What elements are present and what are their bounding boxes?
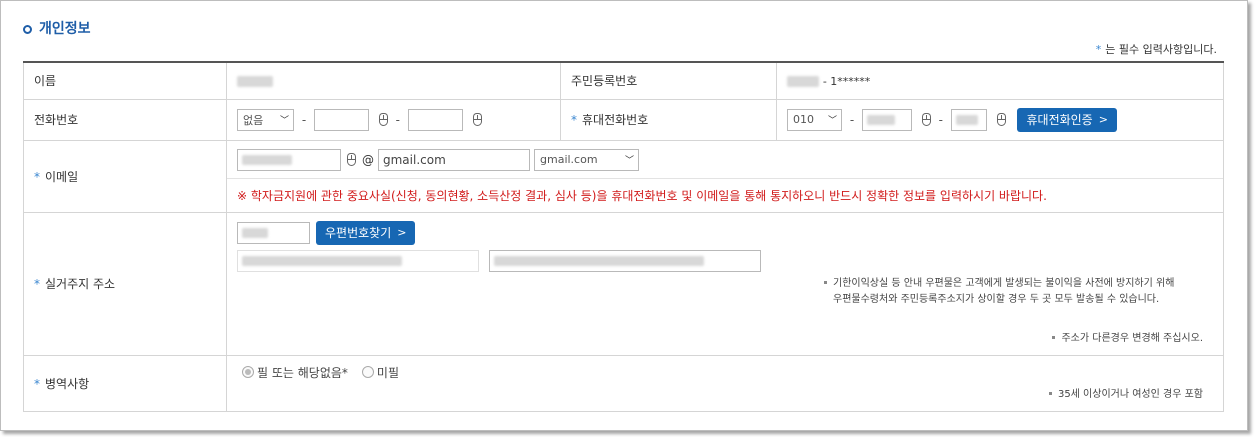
mouse-icon	[347, 153, 356, 166]
name-label-cell: 이름	[23, 61, 227, 100]
phone-middle-input[interactable]	[314, 108, 369, 131]
address-base-input[interactable]	[237, 249, 479, 272]
zip-code-input[interactable]	[237, 221, 310, 244]
email-domain-select[interactable]: gmail.com ﹀	[534, 148, 639, 171]
zip-search-label: 우편번호찾기	[325, 226, 392, 240]
mouse-icon	[996, 113, 1006, 126]
phone-last-input[interactable]	[407, 108, 463, 131]
mobile-verify-button[interactable]: 휴대전화인증 >	[1017, 107, 1117, 132]
name-value-cell	[226, 61, 561, 100]
rrn-label: 주민등록번호	[571, 74, 638, 89]
phone-value-cell: 없음 ﹀ - -	[226, 98, 561, 141]
email-id-input[interactable]	[237, 148, 341, 171]
name-label: 이름	[34, 74, 57, 89]
phone-label: 전화번호	[34, 113, 79, 127]
circle-bullet-icon	[23, 24, 32, 34]
form-frame: 개인정보 *는 필수 입력사항입니다. 이름 주민등록번호 - 1******	[0, 0, 1248, 431]
email-label-cell: * 이메일	[23, 139, 227, 213]
row-phone: 전화번호 없음 ﹀ - - * 휴대전화번호 010 ﹀ - - 휴대전화인증 …	[23, 98, 1224, 141]
phone-area-select[interactable]: 없음 ﹀	[237, 108, 294, 131]
military-option-not-done[interactable]: 미필	[377, 364, 399, 381]
address-label: 실거주지 주소	[45, 277, 116, 291]
address-line	[237, 249, 761, 272]
row-military: * 병역사항 필 또는 해당없음* 미필 35세 이상이거나 여성인 경우 포함	[23, 354, 1224, 412]
square-bullet-icon	[1048, 392, 1052, 395]
mouse-icon	[921, 113, 931, 126]
mobile-middle-input[interactable]	[862, 108, 912, 131]
address-label-cell: * 실거주지 주소	[23, 211, 227, 356]
row-address: * 실거주지 주소 우편번호찾기 > 기한이익상실 등 안내 우편물은 고객에게 …	[23, 211, 1224, 356]
address-mail-note: 기한이익상실 등 안내 우편물은 고객에게 발생되는 불이익을 사전에 방지하기…	[824, 276, 1174, 308]
email-warning-line: ※ 학자금지원에 관한 중요사실(신청, 동의현황, 소득산정 결과, 심사 등…	[227, 179, 1223, 211]
mobile-label-cell: * 휴대전화번호	[560, 98, 777, 141]
email-label: 이메일	[45, 169, 79, 184]
required-note: * 는 필수 입력사항입니다.	[1096, 41, 1217, 57]
chevron-right-icon: >	[397, 226, 407, 239]
mobile-label: 휴대전화번호	[582, 113, 649, 127]
mobile-last-input[interactable]	[950, 108, 987, 131]
rrn-suffix: - 1******	[822, 74, 871, 88]
address-detail-input[interactable]	[489, 249, 761, 272]
row-email: * 이메일 @ gmail.com gmail.com ﹀ ※ 학자금지원에 관한…	[23, 139, 1224, 213]
military-note: 35세 이상이거나 여성인 경우 포함	[1048, 387, 1203, 403]
address-value-cell: 우편번호찾기 > 기한이익상실 등 안내 우편물은 고객에게 발생되는 불이익을…	[226, 211, 1224, 356]
email-warning-text: ※ 학자금지원에 관한 중요사실(신청, 동의현황, 소득산정 결과, 심사 등…	[237, 188, 1047, 203]
email-at: @	[362, 152, 374, 167]
mobile-prefix-select[interactable]: 010 ﹀	[787, 108, 842, 131]
required-note-text: 는 필수 입력사항입니다.	[1105, 43, 1217, 56]
square-bullet-icon	[1052, 336, 1056, 339]
phone-area-value: 없음	[243, 113, 264, 127]
radio-empty-icon[interactable]	[361, 366, 374, 378]
military-label-cell: * 병역사항	[23, 354, 227, 412]
chevron-right-icon: >	[1098, 113, 1108, 126]
square-bullet-icon	[824, 281, 827, 284]
military-value-cell: 필 또는 해당없음* 미필 35세 이상이거나 여성인 경우 포함	[226, 354, 1224, 412]
chevron-down-icon: ﹀	[279, 116, 289, 126]
email-value-cell: @ gmail.com gmail.com ﹀ ※ 학자금지원에 관한 중요사실…	[226, 139, 1224, 213]
military-label: 병역사항	[45, 376, 90, 391]
row-name: 이름 주민등록번호 - 1******	[23, 61, 1224, 100]
radio-checked-icon[interactable]	[242, 366, 254, 378]
mobile-verify-label: 휴대전화인증	[1026, 113, 1093, 127]
phone-label-cell: 전화번호	[23, 98, 227, 141]
zip-line: 우편번호찾기 >	[237, 220, 416, 245]
mouse-icon	[472, 113, 482, 126]
email-domain-input[interactable]: gmail.com	[378, 148, 530, 171]
address-change-note: 주소가 다른경우 변경해 주십시오.	[1052, 331, 1203, 347]
rrn-label-cell: 주민등록번호	[560, 61, 777, 100]
mobile-prefix-value: 010	[793, 113, 814, 126]
required-star: *	[1095, 43, 1102, 56]
rrn-value-cell: - 1******	[776, 61, 1224, 100]
personal-info-table: 이름 주민등록번호 - 1****** 전화번호 없음 ﹀ - - * 휴대전화…	[23, 61, 1224, 412]
section-title: 개인정보	[39, 21, 91, 37]
section-header: 개인정보	[23, 18, 91, 38]
rrn-front-redacted	[787, 75, 819, 87]
mobile-value-cell: 010 ﹀ - - 휴대전화인증 >	[776, 98, 1224, 141]
chevron-down-icon: ﹀	[624, 156, 634, 166]
mouse-icon	[378, 113, 388, 126]
email-input-line: @ gmail.com gmail.com ﹀	[227, 141, 1223, 179]
military-options: 필 또는 해당없음* 미필	[242, 364, 413, 381]
name-value-redacted	[237, 75, 273, 87]
chevron-down-icon: ﹀	[827, 116, 837, 126]
email-domain-select-value: gmail.com	[540, 153, 598, 166]
zip-search-button[interactable]: 우편번호찾기 >	[316, 220, 416, 245]
military-option-done[interactable]: 필 또는 해당없음*	[257, 364, 348, 381]
